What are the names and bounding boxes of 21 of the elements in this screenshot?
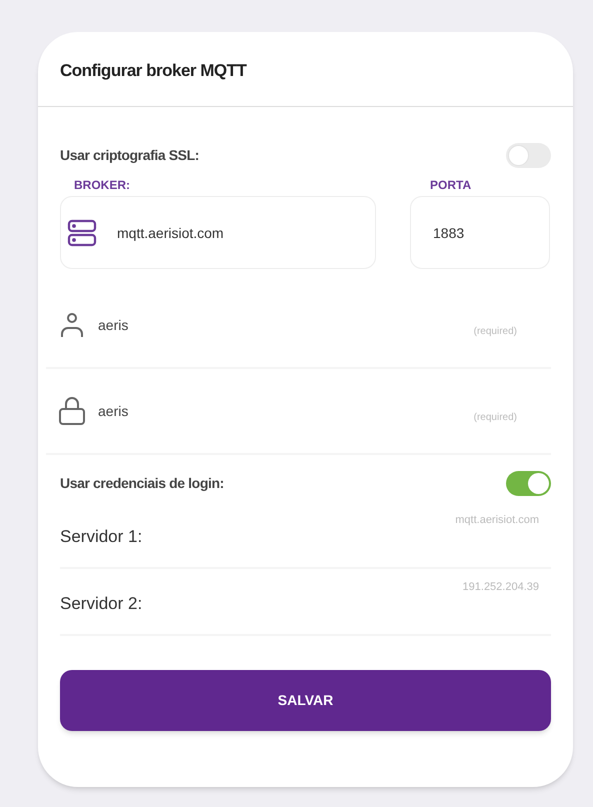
login-label: Usar credenciais de login: bbox=[60, 474, 224, 493]
server-label: Servidor 1: bbox=[60, 526, 142, 548]
server-icon bbox=[67, 218, 97, 248]
input-field[interactable]: aeris bbox=[98, 314, 398, 336]
port-field[interactable]: 1883 bbox=[410, 196, 550, 269]
input-field[interactable]: aeris bbox=[98, 400, 398, 422]
port-label: PORTA bbox=[429, 177, 472, 194]
required-hint: (required) bbox=[474, 324, 517, 338]
toggle-switch[interactable] bbox=[506, 471, 551, 496]
lock-icon bbox=[58, 396, 86, 426]
save-button[interactable]: SALVAR bbox=[60, 670, 551, 731]
card-title: Configurar broker MQTT bbox=[60, 60, 246, 82]
server-field[interactable]: mqtt.aerisiot.com bbox=[389, 512, 539, 528]
required-hint: (required) bbox=[474, 410, 517, 424]
ssl-label: Usar criptografia SSL: bbox=[60, 146, 200, 165]
broker-label: BROKER: bbox=[73, 177, 130, 194]
broker-field[interactable]: mqtt.aerisiot.com bbox=[60, 196, 376, 269]
server-label: Servidor 2: bbox=[60, 593, 142, 615]
toggle-switch[interactable] bbox=[506, 143, 551, 168]
user-icon bbox=[58, 311, 86, 339]
server-field[interactable]: 191.252.204.39 bbox=[389, 579, 539, 596]
